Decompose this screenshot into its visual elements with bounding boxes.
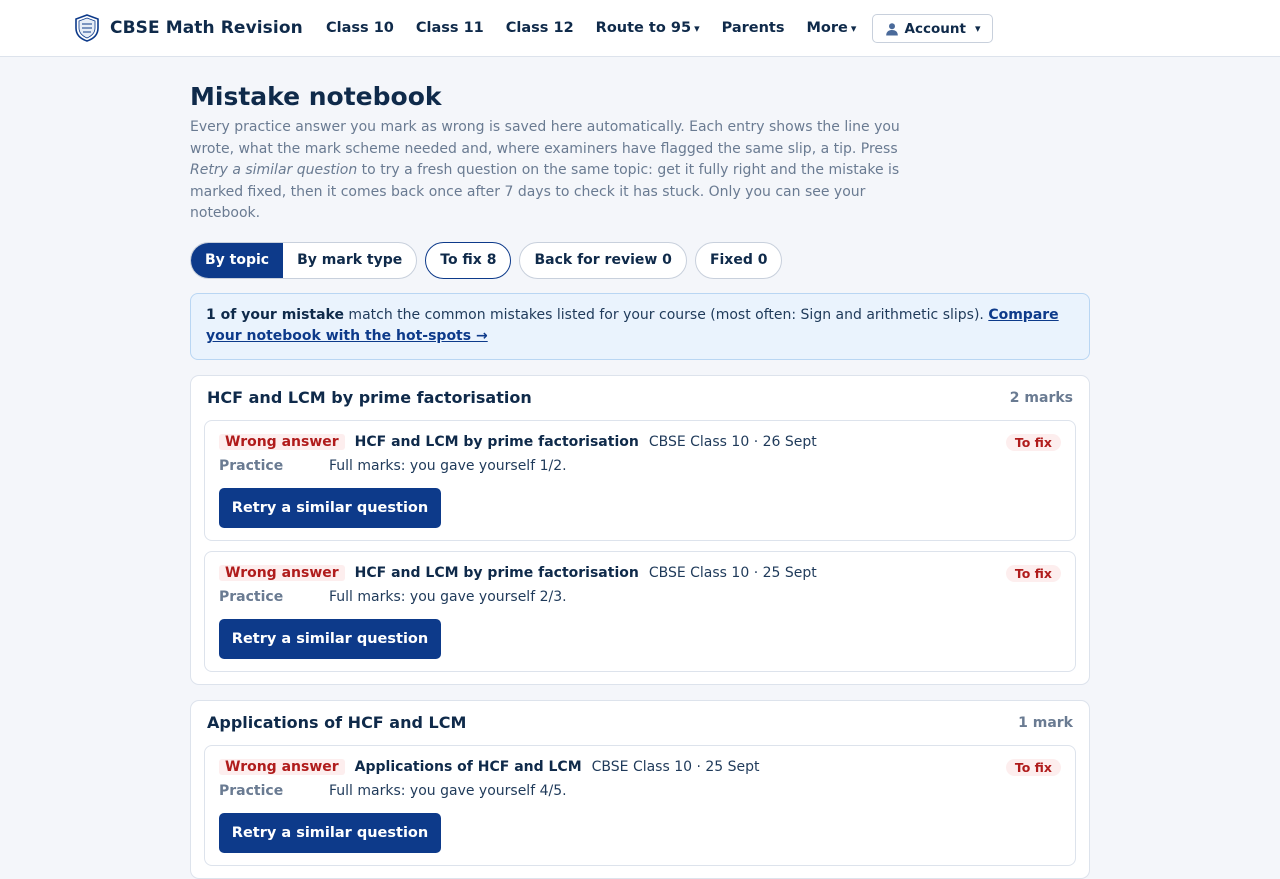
view-toggle: By topic By mark type — [190, 241, 418, 279]
banner-text: match the common mistakes listed for you… — [343, 306, 989, 323]
account-button[interactable]: Account ▾ — [872, 14, 993, 43]
entry-note: Full marks: you gave yourself 1/2. — [329, 457, 567, 474]
nav-item-class-12[interactable]: Class 12 — [506, 20, 574, 36]
entry-details: Practice Full marks: you gave yourself 2… — [219, 588, 1061, 606]
nav-item-label: Class 11 — [415, 20, 484, 36]
person-icon — [885, 22, 898, 35]
wrong-answer-tag: Wrong answer — [219, 564, 345, 581]
entry-source: Practice — [219, 588, 284, 605]
status-badge: To fix — [1005, 758, 1061, 776]
nav-item-label: Class 10 — [326, 20, 394, 36]
mistake-entry: Wrong answer HCF and LCM by prime factor… — [204, 550, 1076, 672]
account-label: Account — [904, 20, 966, 37]
page-title: Mistake notebook — [190, 82, 442, 111]
entry-topic: HCF and LCM by prime factorisation — [354, 433, 639, 450]
nav-item-class-10[interactable]: Class 10 — [326, 20, 394, 36]
nav-item-label: Parents — [721, 20, 785, 36]
hotspot-info-banner: 1 of your mistake match the common mista… — [190, 292, 1090, 360]
main-content: Mistake notebook Every practice answer y… — [190, 57, 1090, 879]
entry-meta: CBSE Class 10 · 25 Sept — [648, 564, 817, 581]
nav-item-more[interactable]: More ▾ — [807, 20, 857, 36]
caret-down-icon: ▾ — [850, 22, 857, 35]
entry-topic: HCF and LCM by prime factorisation — [354, 564, 639, 581]
entry-details: Practice Full marks: you gave yourself 1… — [219, 457, 1061, 475]
retry-similar-question-button[interactable]: Retry a similar question — [219, 487, 441, 528]
brand-home-link[interactable]: CBSE Math Revision — [74, 14, 303, 42]
topic-group-marks: 2 marks — [1009, 389, 1073, 406]
entry-meta: CBSE Class 10 · 26 Sept — [648, 433, 817, 450]
topic-group: HCF and LCM by prime factorisation 2 mar… — [190, 374, 1090, 685]
mistake-entry: Wrong answer HCF and LCM by prime factor… — [204, 419, 1076, 541]
filter-fixed-button[interactable]: Fixed 0 — [694, 241, 783, 279]
retry-similar-question-button[interactable]: Retry a similar question — [219, 618, 441, 659]
mistake-entry: Wrong answer Applications of HCF and LCM… — [204, 744, 1076, 866]
intro-emphasis: Retry a similar question — [190, 162, 358, 179]
status-badge: To fix — [1005, 564, 1061, 582]
retry-similar-question-button[interactable]: Retry a similar question — [219, 812, 441, 853]
view-by-topic-button[interactable]: By topic — [191, 242, 284, 278]
caret-down-icon: ▾ — [694, 22, 700, 35]
nav-item-parents[interactable]: Parents — [722, 20, 785, 36]
wrong-answer-tag: Wrong answer — [219, 433, 345, 450]
intro-text: Every practice answer you mark as wrong … — [190, 117, 910, 225]
filter-to-fix-button[interactable]: To fix 8 — [425, 241, 512, 279]
filter-bar: By topic By mark type To fix 8 Back for … — [190, 241, 1090, 279]
entry-meta: CBSE Class 10 · 25 Sept — [591, 758, 760, 775]
intro-part-1: Every practice answer you mark as wrong … — [190, 119, 900, 157]
nav-item-label: Route to 95 — [595, 20, 692, 36]
entry-source: Practice — [219, 782, 284, 799]
nav-item-label: More — [806, 20, 848, 36]
shield-crest-icon — [75, 14, 99, 42]
topic-group: Applications of HCF and LCM 1 mark Wrong… — [190, 699, 1090, 879]
nav-item-class-11[interactable]: Class 11 — [416, 20, 484, 36]
filter-back-for-review-button[interactable]: Back for review 0 — [519, 241, 687, 279]
entry-details: Practice Full marks: you gave yourself 4… — [219, 782, 1061, 800]
topic-group-title: Applications of HCF and LCM — [207, 713, 467, 733]
entry-header: Wrong answer Applications of HCF and LCM… — [219, 758, 1061, 776]
view-by-mark-type-button[interactable]: By mark type — [283, 243, 416, 278]
nav-item-route-to-95[interactable]: Route to 95 ▾ — [596, 20, 700, 36]
banner-bold-text: 1 of your mistake — [206, 306, 344, 323]
entry-source: Practice — [219, 457, 284, 474]
topic-group-header: HCF and LCM by prime factorisation 2 mar… — [204, 376, 1076, 420]
entry-header: Wrong answer HCF and LCM by prime factor… — [219, 433, 1061, 451]
entry-note: Full marks: you gave yourself 2/3. — [329, 588, 567, 605]
main-nav: Class 10 Class 11 Class 12 Route to 95 ▾ … — [326, 0, 878, 56]
entry-note: Full marks: you gave yourself 4/5. — [329, 782, 567, 799]
entry-topic: Applications of HCF and LCM — [354, 758, 582, 775]
wrong-answer-tag: Wrong answer — [219, 758, 345, 775]
caret-down-icon: ▾ — [974, 22, 981, 35]
topic-group-marks: 1 mark — [1018, 714, 1073, 731]
nav-item-label: Class 12 — [505, 20, 574, 36]
top-navigation-bar: CBSE Math Revision Class 10 Class 11 Cla… — [0, 0, 1280, 57]
brand-name: CBSE Math Revision — [110, 18, 303, 38]
status-badge: To fix — [1005, 433, 1061, 451]
topic-group-header: Applications of HCF and LCM 1 mark — [204, 701, 1076, 745]
entry-header: Wrong answer HCF and LCM by prime factor… — [219, 564, 1061, 582]
topic-group-title: HCF and LCM by prime factorisation — [207, 388, 532, 408]
